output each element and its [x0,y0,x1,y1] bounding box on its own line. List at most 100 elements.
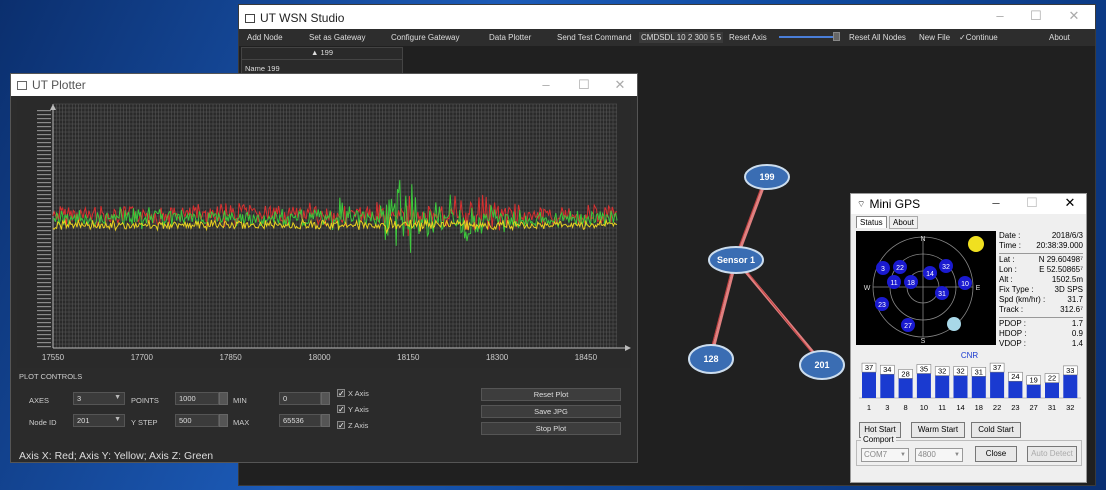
command-input[interactable]: CMDSDL 10 2 300 5 5 [639,32,724,43]
node-201-label: 201 [814,360,829,370]
cnr-prn-23: 23 [1011,403,1019,412]
x-axis-label: X Axis [348,389,369,398]
maximize-icon[interactable]: ☐ [573,77,595,93]
cnr-bar-31 [1045,382,1059,398]
auto-detect-button[interactable]: Auto Detect [1027,446,1077,462]
satellite-label: 32 [942,264,950,271]
cnr-bar-22 [990,372,1005,398]
node-selector[interactable]: ▲ 199 [242,48,402,60]
configure-gateway-button[interactable]: Configure Gateway [391,33,459,42]
com-select[interactable]: COM7 ▼ [861,448,909,462]
minimize-icon[interactable]: – [985,195,1007,210]
continue-label: Continue [965,33,998,42]
axes-select[interactable]: 3 ▼ [73,392,125,405]
satellite-label: 3 [881,266,885,273]
y-axis-checkbox[interactable]: ✓ Y Axis [337,405,369,414]
node-sensor1[interactable]: Sensor 1 [708,246,764,274]
node-id-select[interactable]: 201 ▼ [73,414,125,427]
name-value[interactable]: 199 [267,64,280,73]
up-arrow-icon: ▲ [310,48,319,57]
tab-status[interactable]: Status [856,216,887,228]
satellite-23: 23 [875,297,889,311]
satellite-label: 10 [961,281,969,288]
x-axis-checkbox[interactable]: ✓ X Axis [337,389,369,398]
cnr-value-18: 31 [975,367,983,376]
cnr-prn-14: 14 [956,403,964,412]
maximize-icon[interactable]: ☐ [1025,8,1047,24]
minimize-icon[interactable]: – [535,77,557,92]
close-icon[interactable]: ✕ [1059,195,1081,211]
stop-plot-button[interactable]: Stop Plot [481,422,621,435]
vdop-value: 1.4 [1071,339,1083,348]
add-node-button[interactable]: Add Node [247,33,283,42]
reset-plot-button[interactable]: Reset Plot [481,388,621,401]
min-input[interactable]: 0 [279,392,321,405]
app-icon [245,13,255,23]
z-axis-checkbox[interactable]: ✓ Z Axis [337,421,368,430]
x-tick-18450: 18450 [575,353,598,362]
cnr-prn-11: 11 [938,403,946,412]
new-file-button[interactable]: New File [919,33,950,42]
set-gateway-button[interactable]: Set as Gateway [309,33,365,42]
cold-start-button[interactable]: Cold Start [971,422,1021,438]
points-spinner[interactable] [219,392,228,405]
close-button[interactable]: Close [975,446,1017,462]
baud-select[interactable]: 4800 ▼ [915,448,963,462]
cnr-prn-8: 8 [904,403,908,412]
alt-label: Alt : [999,275,1013,284]
about-button[interactable]: About [1049,33,1070,42]
wsn-menu-bar: Add Node Set as Gateway Configure Gatewa… [239,29,1095,46]
continue-checkbox[interactable]: ✓ Continue [959,33,998,42]
wsn-title: UT WSN Studio [260,11,345,25]
node-128[interactable]: 128 [688,344,734,374]
x-tick-18150: 18150 [397,353,420,362]
satellite-10: 10 [958,276,972,290]
send-test-command-button[interactable]: Send Test Command [557,33,632,42]
alt-value: 1502.5m [1051,275,1083,284]
com-value: COM7 [864,450,888,459]
plot-area: 17550 17700 17850 18000 18150 18300 18450 [17,100,631,368]
min-spinner[interactable] [321,392,330,405]
node-199[interactable]: 199 [744,164,790,190]
date-label: Date : [999,231,1021,240]
satellite-31: 31 [935,286,949,300]
axis-slider[interactable] [779,36,839,38]
points-input[interactable]: 1000 [175,392,219,405]
gps-title-bar: ⌔ Mini GPS – ☐ ✕ [851,194,1086,214]
y-step-label: Y STEP [131,418,158,427]
node-199-label: 199 [759,172,774,182]
y-step-spinner[interactable] [219,414,228,427]
satellite-icon: ⌔ [857,198,866,209]
y-step-input[interactable]: 500 [175,414,219,427]
cnr-value-11: 32 [938,367,946,376]
pdop-label: PDOP : [999,319,1026,328]
node-sensor1-label: Sensor 1 [717,255,755,265]
satellite-22: 22 [893,260,907,274]
compass-s: S [921,338,926,345]
maximize-icon[interactable]: ☐ [1021,195,1043,211]
cnr-value-3: 34 [883,365,891,374]
warm-start-button[interactable]: Warm Start [911,422,965,438]
close-icon[interactable]: ✕ [1063,8,1085,24]
data-plotter-button[interactable]: Data Plotter [489,33,531,42]
max-spinner[interactable] [321,414,330,427]
save-jpg-button[interactable]: Save JPG [481,405,621,418]
x-tick-18000: 18000 [308,353,331,362]
reset-axis-button[interactable]: Reset Axis [729,33,767,42]
lat-value: N 29.60498⁷ [1038,255,1083,264]
mini-gps-window: ⌔ Mini GPS – ☐ ✕ Status About N E S W 32… [850,193,1087,483]
name-label: Name [245,64,266,73]
tab-about[interactable]: About [889,216,918,229]
axis-slider-knob[interactable] [833,32,840,41]
close-icon[interactable]: ✕ [609,77,631,93]
reset-all-nodes-button[interactable]: Reset All Nodes [849,33,906,42]
minimize-icon[interactable]: – [989,8,1011,23]
axis-legend-text: Axis X: Red; Axis Y: Yellow; Axis Z: Gre… [19,450,214,462]
cnr-bar-1 [862,372,876,398]
satellite-label: 27 [904,323,912,330]
speed-value: 31.7 [1067,295,1083,304]
node-201[interactable]: 201 [799,350,845,380]
max-input[interactable]: 65536 [279,414,321,427]
cnr-value-1: 37 [865,363,873,372]
plotter-title-bar: UT Plotter – ☐ ✕ [11,74,637,96]
